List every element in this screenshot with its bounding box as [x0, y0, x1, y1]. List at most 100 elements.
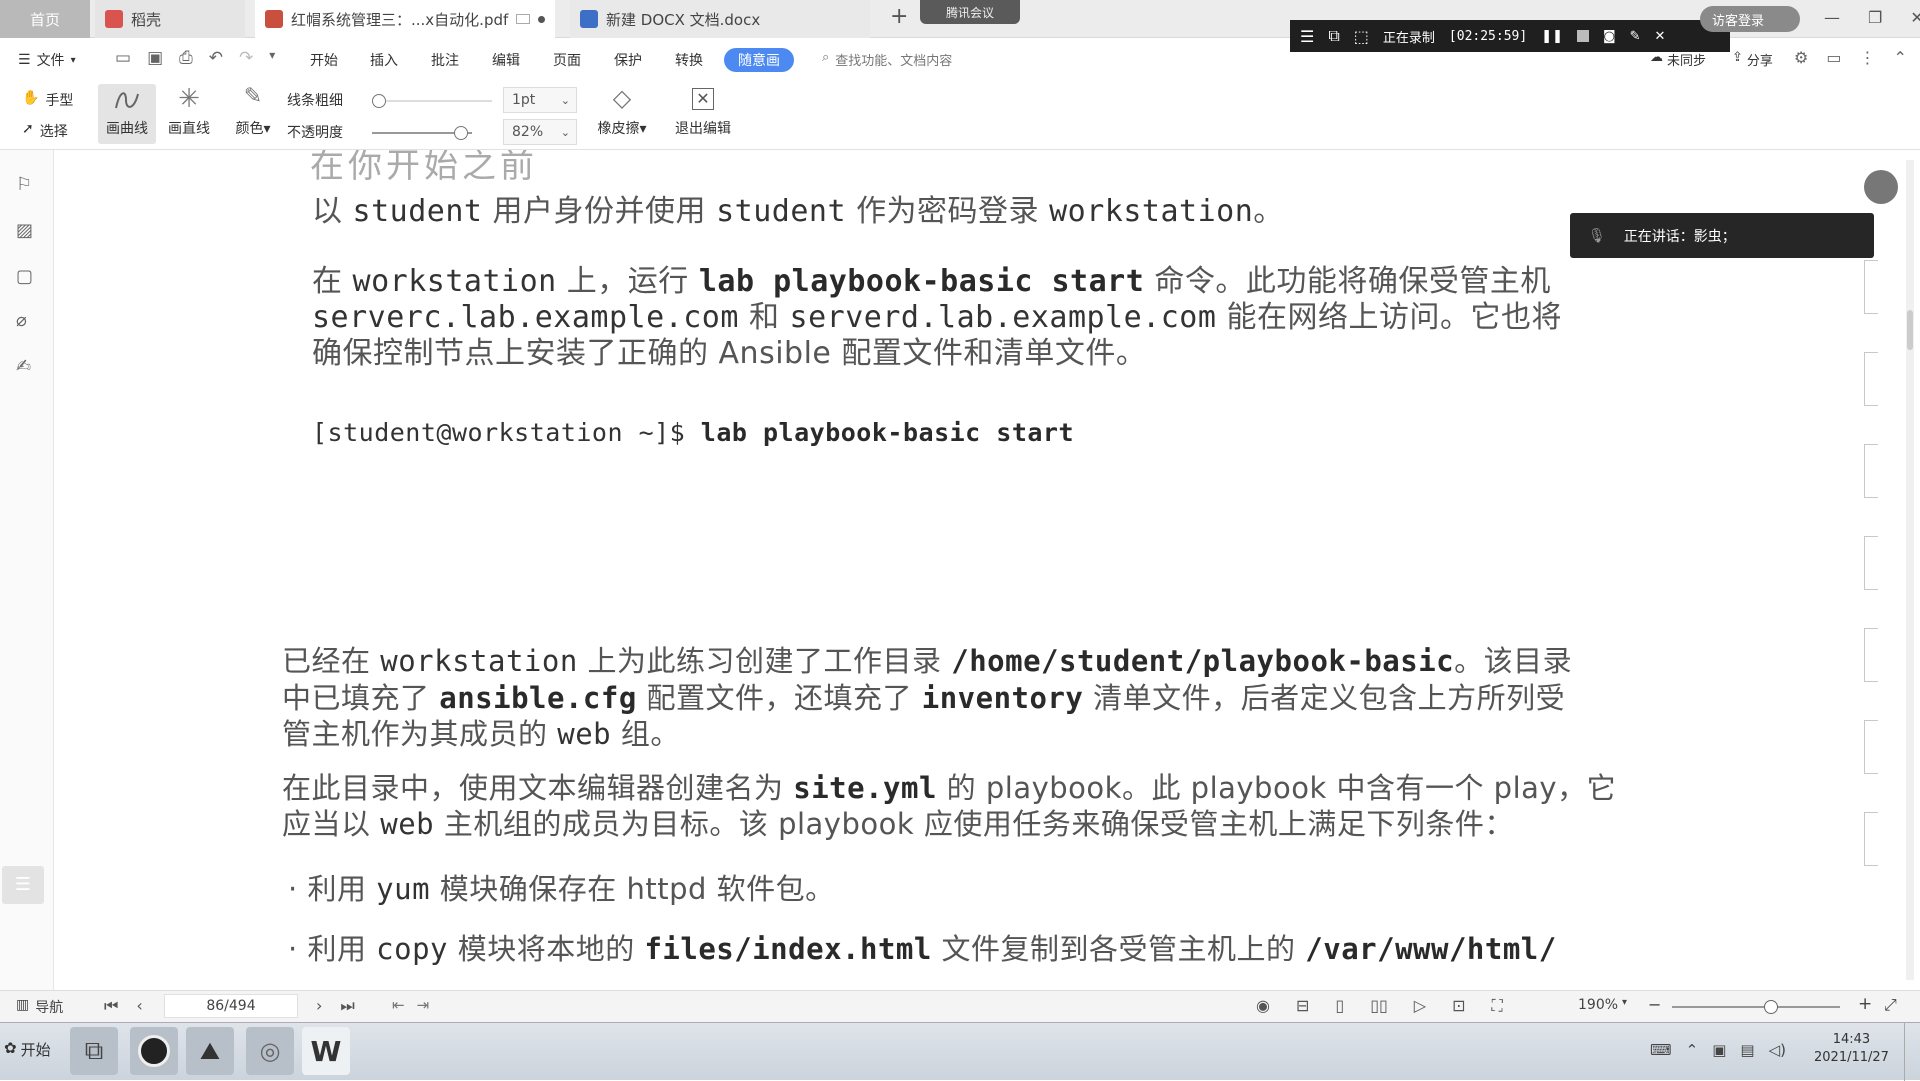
- vertical-scrollbar[interactable]: [1906, 160, 1914, 980]
- back-icon[interactable]: ⇤: [392, 996, 405, 1014]
- nav-toggle[interactable]: ▥ 导航: [16, 997, 63, 1017]
- forward-icon[interactable]: ⇥: [417, 996, 430, 1014]
- opacity-slider[interactable]: [372, 126, 472, 140]
- page-thumbnail[interactable]: [1864, 628, 1878, 682]
- menu-convert[interactable]: 转换: [675, 50, 703, 70]
- outline-toggle-icon[interactable]: ☰: [2, 866, 44, 904]
- draw-line-tool[interactable]: ✳ 画直线: [160, 84, 218, 144]
- open-icon[interactable]: ▭: [115, 48, 131, 68]
- more-vertical-icon[interactable]: ⋮: [1859, 48, 1875, 67]
- taskbar-app-multitask[interactable]: ⧉: [70, 1027, 118, 1075]
- page-thumbnail[interactable]: [1864, 812, 1878, 866]
- share-button[interactable]: ⇪ 分享: [1732, 50, 1773, 69]
- menu-home[interactable]: 开始: [310, 50, 338, 70]
- stop-icon[interactable]: [1577, 30, 1589, 42]
- maximize-icon[interactable]: ❐: [1868, 8, 1882, 27]
- prev-page-icon[interactable]: ‹: [136, 996, 142, 1016]
- pause-icon[interactable]: ❚❚: [1541, 29, 1563, 44]
- menu-icon[interactable]: ☰: [1300, 27, 1314, 46]
- network-icon[interactable]: ▣: [1712, 1041, 1726, 1059]
- page-thumbnail[interactable]: [1864, 352, 1878, 406]
- tab-home[interactable]: 首页: [0, 0, 90, 38]
- sync-status[interactable]: ☁ 未同步: [1650, 50, 1706, 69]
- eraser-tool[interactable]: ◇ 橡皮擦▾: [592, 84, 652, 144]
- settings-icon[interactable]: ⚙: [1794, 48, 1808, 67]
- window-icon[interactable]: ⧉: [1328, 26, 1339, 46]
- volume-icon[interactable]: ◁): [1769, 1041, 1786, 1059]
- image-icon[interactable]: ▨: [16, 220, 33, 241]
- lan-icon[interactable]: ▤: [1740, 1041, 1754, 1059]
- last-page-icon[interactable]: ⏭: [340, 996, 354, 1016]
- menu-freehand[interactable]: 随意画: [724, 48, 794, 72]
- minimize-icon[interactable]: —: [1824, 8, 1840, 27]
- tab-pdf[interactable]: 红帽系统管理三：...x自动化.pdf: [255, 0, 555, 38]
- single-page-icon[interactable]: ▯: [1335, 996, 1344, 1016]
- color-tool[interactable]: ✎ 颜色▾: [226, 84, 280, 144]
- zoom-in-icon[interactable]: +: [1858, 994, 1872, 1014]
- pen-icon[interactable]: ✎: [1630, 29, 1641, 44]
- zoom-select[interactable]: 190% ▾: [1578, 997, 1627, 1013]
- hand-tool[interactable]: ✋ 手型: [22, 90, 73, 110]
- line-width-select[interactable]: 1pt ⌄: [503, 87, 577, 113]
- opacity-select[interactable]: 82% ⌄: [503, 119, 577, 145]
- save-icon[interactable]: ▣: [147, 48, 163, 68]
- play-icon[interactable]: ▷: [1414, 996, 1426, 1016]
- meeting-indicator[interactable]: 腾讯会议: [920, 0, 1020, 24]
- more-icon[interactable]: ▾: [269, 48, 275, 68]
- actual-size-icon[interactable]: ⊡: [1452, 996, 1465, 1016]
- next-page-icon[interactable]: ›: [316, 996, 322, 1016]
- taskbar-app-wps[interactable]: W: [302, 1027, 350, 1075]
- undo-icon[interactable]: ↶: [209, 48, 223, 68]
- close-window-icon[interactable]: ✕: [1910, 8, 1920, 27]
- exit-edit-button[interactable]: ✕ 退出编辑: [668, 84, 738, 144]
- line-width-slider[interactable]: [372, 94, 492, 108]
- bookmark-icon[interactable]: ⚐: [16, 174, 32, 195]
- show-desktop-button[interactable]: [1904, 1023, 1920, 1081]
- add-tab-button[interactable]: +: [890, 4, 908, 29]
- comment-icon[interactable]: ▭: [1826, 48, 1841, 67]
- clock[interactable]: 14:43 2021/11/27: [1814, 1031, 1889, 1067]
- select-tool[interactable]: ➚ 选择: [22, 121, 68, 141]
- page-thumbnail[interactable]: [1864, 536, 1878, 590]
- redo-icon[interactable]: ↷: [239, 48, 253, 68]
- page-thumbnail[interactable]: [1864, 444, 1878, 498]
- menu-protect[interactable]: 保护: [614, 50, 642, 70]
- fit-page-icon[interactable]: ⛶: [1492, 996, 1503, 1016]
- opacity-handle[interactable]: [454, 126, 468, 140]
- page-thumbnail[interactable]: [1864, 720, 1878, 774]
- collapse-icon[interactable]: ⌃: [1893, 48, 1906, 67]
- zoom-slider[interactable]: [1672, 1000, 1840, 1014]
- first-page-icon[interactable]: ⏮: [104, 996, 118, 1016]
- taskbar-app-meeting[interactable]: ⛰: [186, 1027, 234, 1075]
- search-box[interactable]: ⌕ 查找功能、文档内容: [822, 50, 952, 69]
- menu-insert[interactable]: 插入: [370, 50, 398, 70]
- eye-protect-icon[interactable]: ◉: [1256, 996, 1270, 1016]
- menu-page[interactable]: 页面: [553, 50, 581, 70]
- login-button[interactable]: 访客登录: [1700, 6, 1800, 32]
- menu-annotate[interactable]: 批注: [431, 50, 459, 70]
- region-icon[interactable]: ⬚: [1354, 27, 1369, 46]
- keyboard-icon[interactable]: ⌨: [1650, 1041, 1672, 1059]
- taskbar-app-browser[interactable]: ◎: [246, 1027, 294, 1075]
- menu-edit[interactable]: 编辑: [492, 50, 520, 70]
- file-menu[interactable]: ☰ 文件 ▾: [18, 50, 76, 70]
- page-number-input[interactable]: 86/494: [164, 994, 298, 1018]
- scroll-thumb[interactable]: [1907, 310, 1913, 350]
- attachment-icon[interactable]: ⌀: [16, 310, 27, 331]
- zoom-handle[interactable]: [1764, 1000, 1778, 1014]
- zoom-out-icon[interactable]: −: [1648, 995, 1661, 1014]
- double-page-icon[interactable]: ▯▯: [1370, 996, 1388, 1016]
- fit-width-icon[interactable]: ⊟: [1296, 996, 1309, 1016]
- print-icon[interactable]: ⎙: [179, 48, 193, 68]
- tray-expand-icon[interactable]: ⌃: [1686, 1041, 1699, 1059]
- floating-tool-icon[interactable]: [1864, 170, 1898, 204]
- camera-icon[interactable]: ◙: [1603, 29, 1616, 44]
- start-button[interactable]: ✿ 开始: [4, 1039, 51, 1060]
- close-icon[interactable]: ✕: [1655, 29, 1666, 44]
- tab-docx[interactable]: 新建 DOCX 文档.docx: [570, 0, 870, 38]
- fullscreen-icon[interactable]: ⤢: [1884, 995, 1897, 1015]
- taskbar-app-obs[interactable]: [130, 1027, 178, 1075]
- signature-icon[interactable]: ✍: [16, 356, 31, 377]
- comment-list-icon[interactable]: ▢: [16, 266, 33, 287]
- tab-daoke[interactable]: 稻壳: [95, 0, 245, 38]
